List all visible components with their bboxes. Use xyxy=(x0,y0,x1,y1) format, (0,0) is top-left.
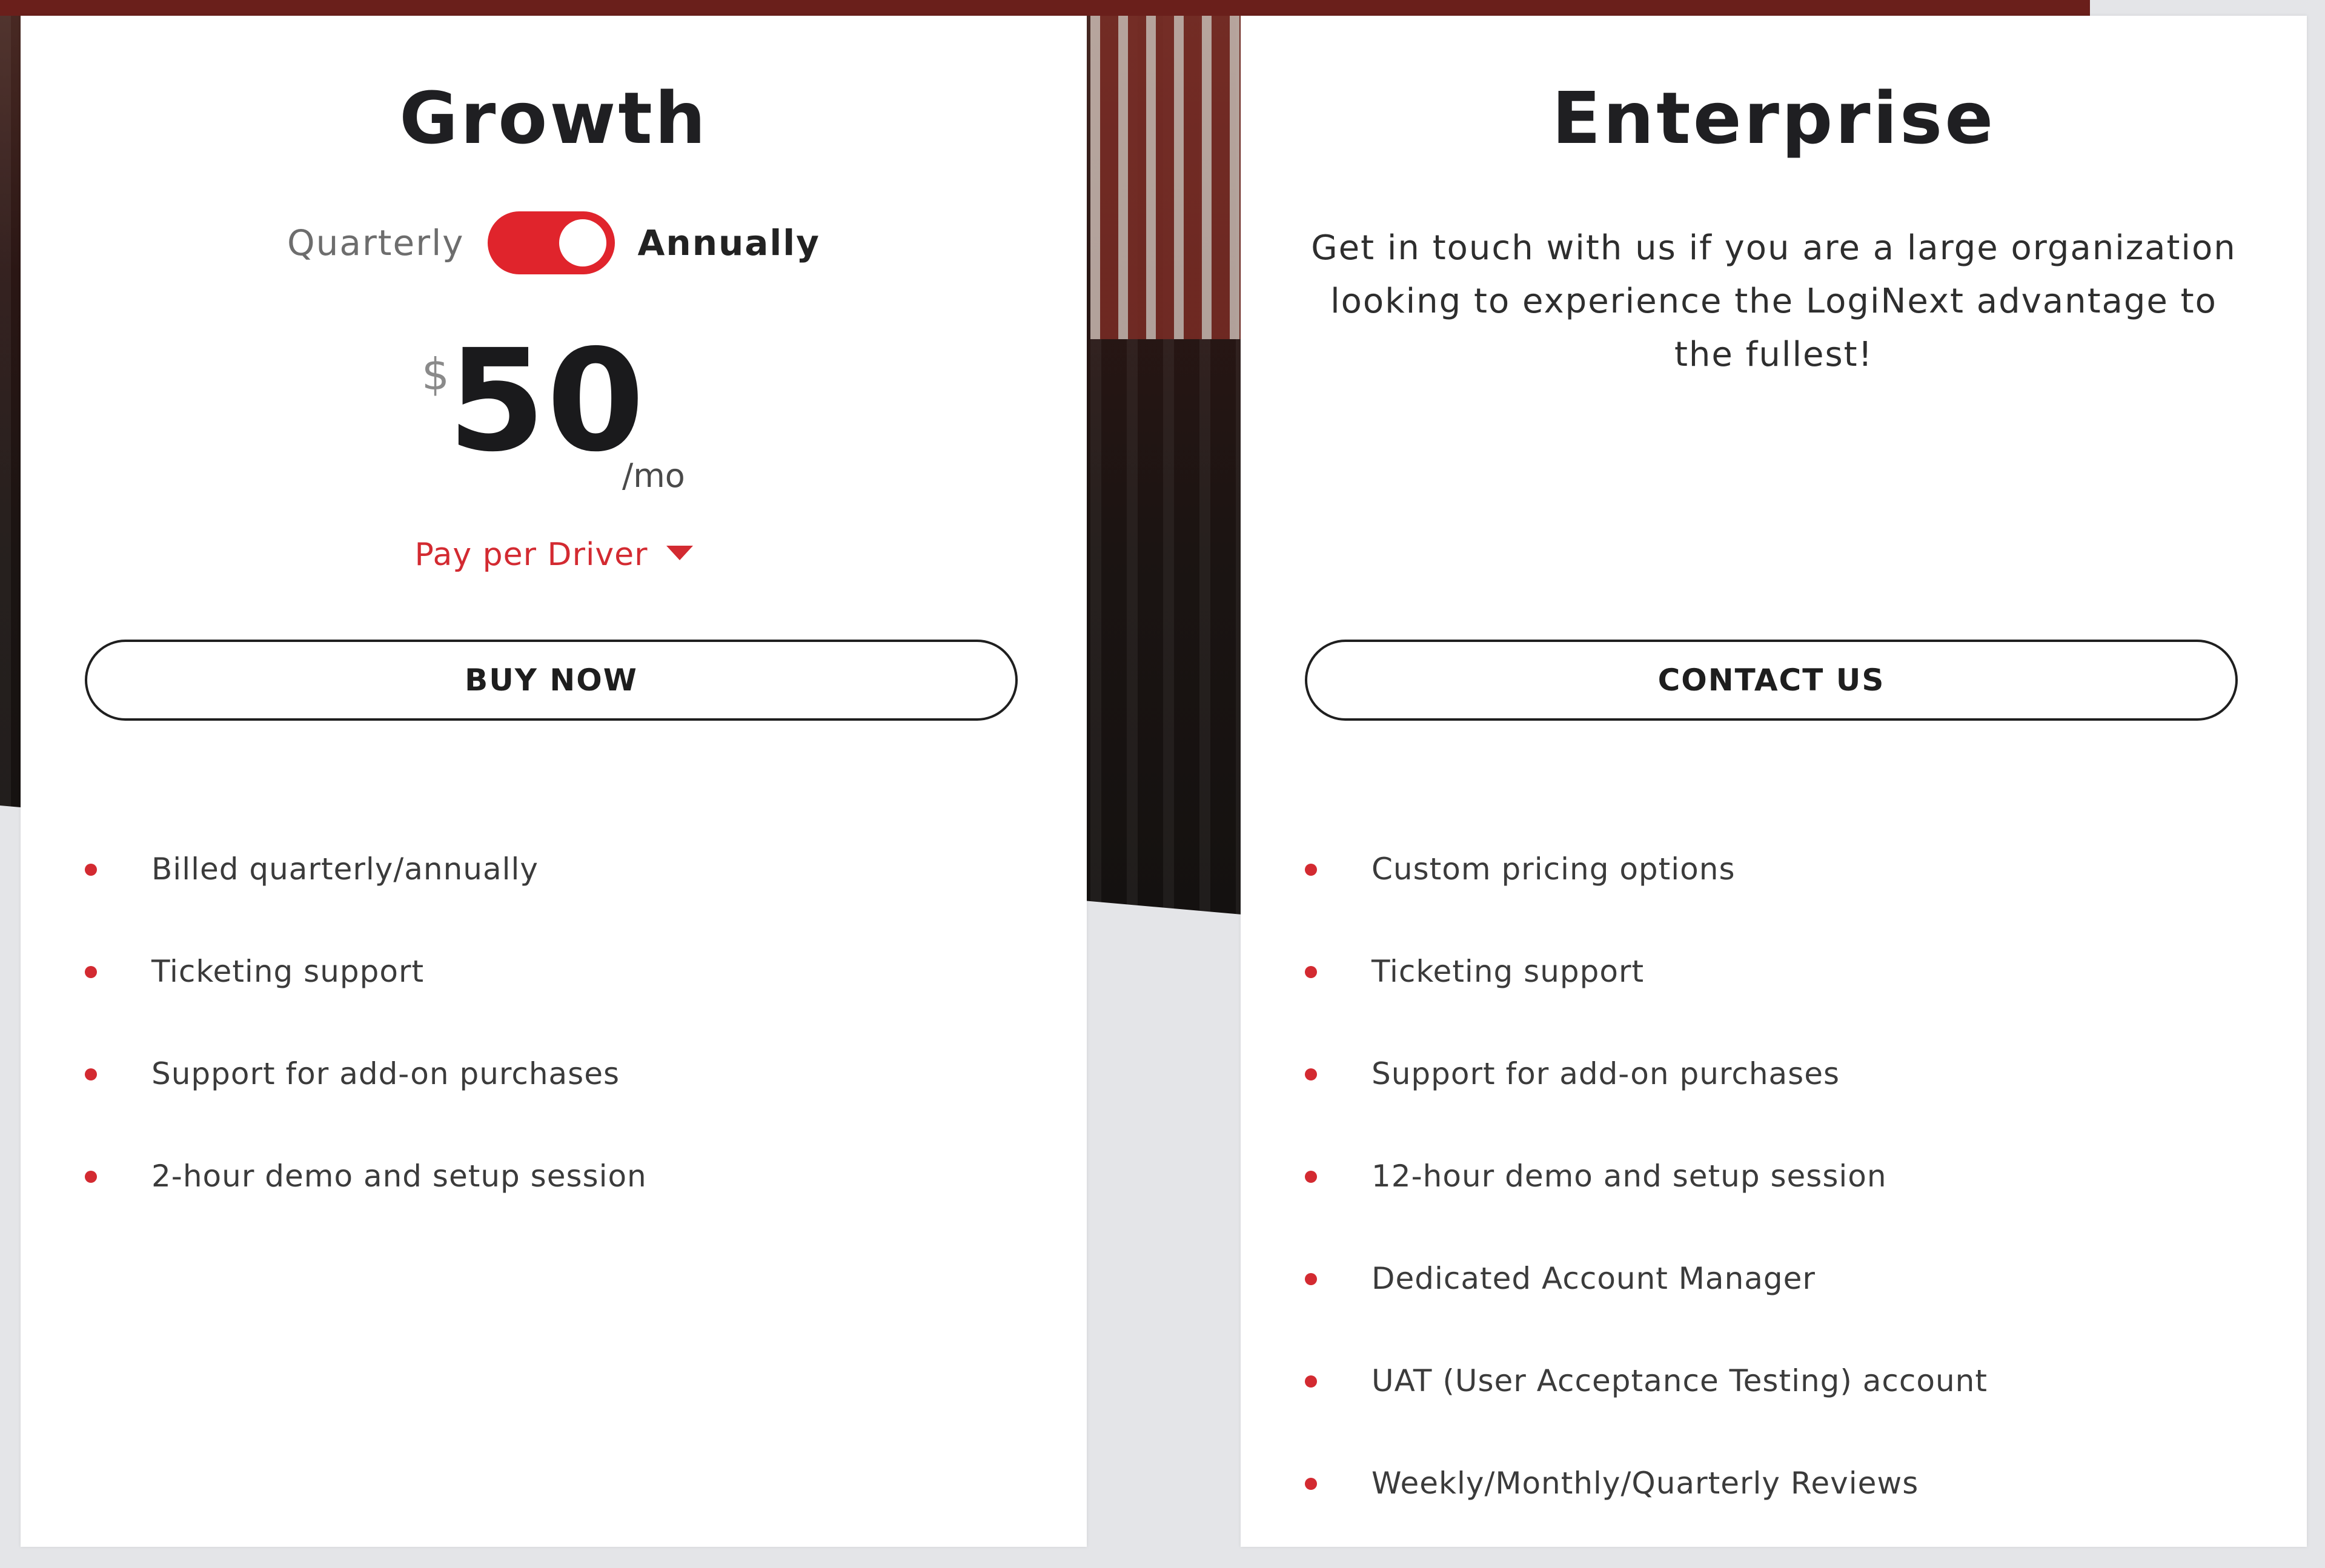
growth-plan-card: Growth Quarterly Annually $ 50 /mo Pay p… xyxy=(21,16,1087,1547)
list-item: Custom pricing options xyxy=(1305,852,1988,954)
list-item: Ticketing support xyxy=(85,954,647,1056)
pricing-basis-label: Pay per Driver xyxy=(414,537,648,573)
contact-us-button[interactable]: CONTACT US xyxy=(1305,640,2238,721)
feature-text: Ticketing support xyxy=(151,954,425,989)
enterprise-plan-card: Enterprise Get in touch with us if you a… xyxy=(1241,16,2307,1547)
feature-text: 2-hour demo and setup session xyxy=(151,1159,647,1194)
bullet-icon xyxy=(85,864,97,876)
feature-text: Weekly/Monthly/Quarterly Reviews xyxy=(1371,1466,1919,1501)
plan-title: Enterprise xyxy=(1551,76,1996,160)
bullet-icon xyxy=(1305,1273,1317,1285)
feature-text: Custom pricing options xyxy=(1371,852,1736,887)
bullet-icon xyxy=(85,1068,97,1080)
feature-text: Billed quarterly/annually xyxy=(151,852,539,887)
buy-now-button[interactable]: BUY NOW xyxy=(85,640,1018,721)
feature-text: Dedicated Account Manager xyxy=(1371,1261,1816,1296)
plan-description: Get in touch with us if you are a large … xyxy=(1311,228,2237,374)
feature-text: UAT (User Acceptance Testing) account xyxy=(1371,1363,1988,1398)
bullet-icon xyxy=(1305,1478,1317,1490)
toggle-label-quarterly[interactable]: Quarterly xyxy=(287,222,465,263)
toggle-label-annually[interactable]: Annually xyxy=(638,222,820,263)
plan-title: Growth xyxy=(399,76,708,160)
feature-list: Billed quarterly/annually Ticketing supp… xyxy=(85,852,647,1261)
bullet-icon xyxy=(1305,1171,1317,1183)
price-display: $ 50 /mo xyxy=(21,331,1087,512)
list-item: Ticketing support xyxy=(1305,954,1988,1056)
caret-down-icon xyxy=(666,546,693,560)
bullet-icon xyxy=(85,966,97,978)
bullet-icon xyxy=(1305,1068,1317,1080)
bullet-icon xyxy=(85,1171,97,1183)
list-item: 12-hour demo and setup session xyxy=(1305,1159,1988,1261)
list-item: Weekly/Monthly/Quarterly Reviews xyxy=(1305,1466,1988,1568)
list-item: Billed quarterly/annually xyxy=(85,852,647,954)
price-amount: 50 xyxy=(448,319,646,483)
list-item: 2-hour demo and setup session xyxy=(85,1159,647,1261)
feature-text: Support for add-on purchases xyxy=(151,1056,620,1091)
bullet-icon xyxy=(1305,966,1317,978)
billing-switch[interactable] xyxy=(487,211,615,274)
feature-text: Support for add-on purchases xyxy=(1371,1056,1840,1091)
feature-text: 12-hour demo and setup session xyxy=(1371,1159,1887,1194)
feature-text: Ticketing support xyxy=(1371,954,1645,989)
price-period: /mo xyxy=(622,457,685,495)
feature-list: Custom pricing options Ticketing support… xyxy=(1305,852,1988,1568)
billing-period-toggle: Quarterly Annually xyxy=(21,210,1087,276)
list-item: Support for add-on purchases xyxy=(1305,1056,1988,1159)
list-item: Dedicated Account Manager xyxy=(1305,1261,1988,1363)
list-item: UAT (User Acceptance Testing) account xyxy=(1305,1363,1988,1466)
switch-knob xyxy=(559,219,606,266)
pricing-basis-dropdown[interactable]: Pay per Driver xyxy=(21,537,1087,573)
price-currency: $ xyxy=(422,349,449,400)
list-item: Support for add-on purchases xyxy=(85,1056,647,1159)
bullet-icon xyxy=(1305,864,1317,876)
bullet-icon xyxy=(1305,1375,1317,1388)
